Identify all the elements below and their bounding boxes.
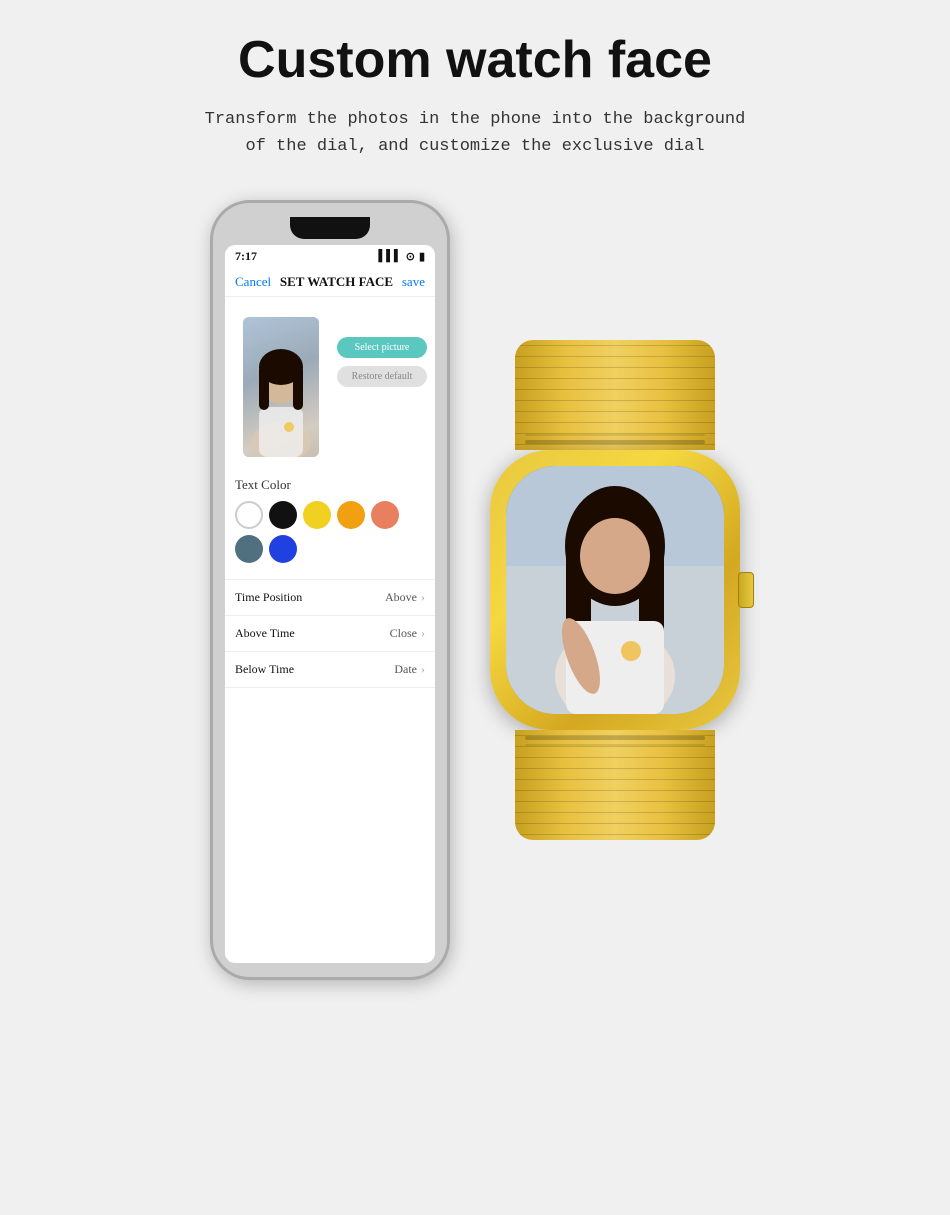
above-time-row[interactable]: Above Time Close › — [225, 616, 435, 652]
cancel-button[interactable]: Cancel — [235, 274, 271, 290]
watch-screen — [506, 466, 724, 714]
phone-status-bar: 7:17 ▌▌▌ ⊙ ▮ — [225, 245, 435, 268]
page-title: Custom watch face — [238, 30, 712, 90]
color-salmon[interactable] — [371, 501, 399, 529]
time-position-label: Time Position — [235, 590, 302, 605]
save-button[interactable]: save — [402, 274, 425, 290]
phone-photo-area — [243, 317, 319, 457]
watch-band-top — [515, 340, 715, 450]
watch-crown — [738, 572, 754, 608]
below-time-row[interactable]: Below Time Date › — [225, 652, 435, 688]
phone-notch — [290, 217, 370, 239]
above-time-label: Above Time — [235, 626, 295, 641]
below-time-value-group: Date › — [394, 662, 425, 677]
color-yellow[interactable] — [303, 501, 331, 529]
status-icons: ▌▌▌ ⊙ ▮ — [378, 250, 425, 263]
phone-device: 7:17 ▌▌▌ ⊙ ▮ Cancel SET WATCH FACE save — [210, 200, 450, 980]
settings-list: Time Position Above › Above Time Close ›… — [225, 579, 435, 688]
page-subtitle: Transform the photos in the phone into t… — [205, 106, 746, 160]
restore-default-button[interactable]: Restore default — [337, 366, 427, 387]
band-mesh-bottom — [515, 730, 715, 840]
color-white[interactable] — [235, 501, 263, 529]
devices-row: 7:17 ▌▌▌ ⊙ ▮ Cancel SET WATCH FACE save — [20, 200, 930, 980]
color-black[interactable] — [269, 501, 297, 529]
watch-photo — [506, 466, 724, 714]
watch-device — [490, 340, 740, 840]
photo-silhouette — [243, 327, 319, 457]
chevron-right-icon: › — [421, 590, 425, 605]
watch-band-bottom — [515, 730, 715, 840]
text-color-section: Text Color — [225, 477, 435, 573]
color-orange[interactable] — [337, 501, 365, 529]
text-color-label: Text Color — [235, 477, 425, 493]
battery-icon: ▮ — [419, 250, 425, 263]
phone-header: Cancel SET WATCH FACE save — [225, 268, 435, 297]
select-picture-button[interactable]: Select picture — [337, 337, 427, 358]
time-position-value-group: Above › — [385, 590, 425, 605]
above-time-value: Close — [390, 626, 417, 641]
below-time-label: Below Time — [235, 662, 294, 677]
time-position-value: Above — [385, 590, 417, 605]
set-watch-face-title: SET WATCH FACE — [280, 274, 393, 290]
chevron-right-icon-2: › — [421, 626, 425, 641]
phone-time: 7:17 — [235, 249, 257, 264]
phone-screen: 7:17 ▌▌▌ ⊙ ▮ Cancel SET WATCH FACE save — [225, 245, 435, 963]
above-time-value-group: Close › — [390, 626, 425, 641]
watch-silhouette — [506, 466, 724, 714]
watch-case — [490, 450, 740, 730]
color-teal[interactable] — [235, 535, 263, 563]
color-circles — [235, 501, 425, 563]
below-time-value: Date — [394, 662, 417, 677]
chevron-right-icon-3: › — [421, 662, 425, 677]
time-position-row[interactable]: Time Position Above › — [225, 580, 435, 616]
color-blue[interactable] — [269, 535, 297, 563]
wifi-icon: ⊙ — [406, 250, 415, 263]
signal-icon: ▌▌▌ — [378, 250, 401, 263]
photo-bg — [243, 317, 319, 457]
